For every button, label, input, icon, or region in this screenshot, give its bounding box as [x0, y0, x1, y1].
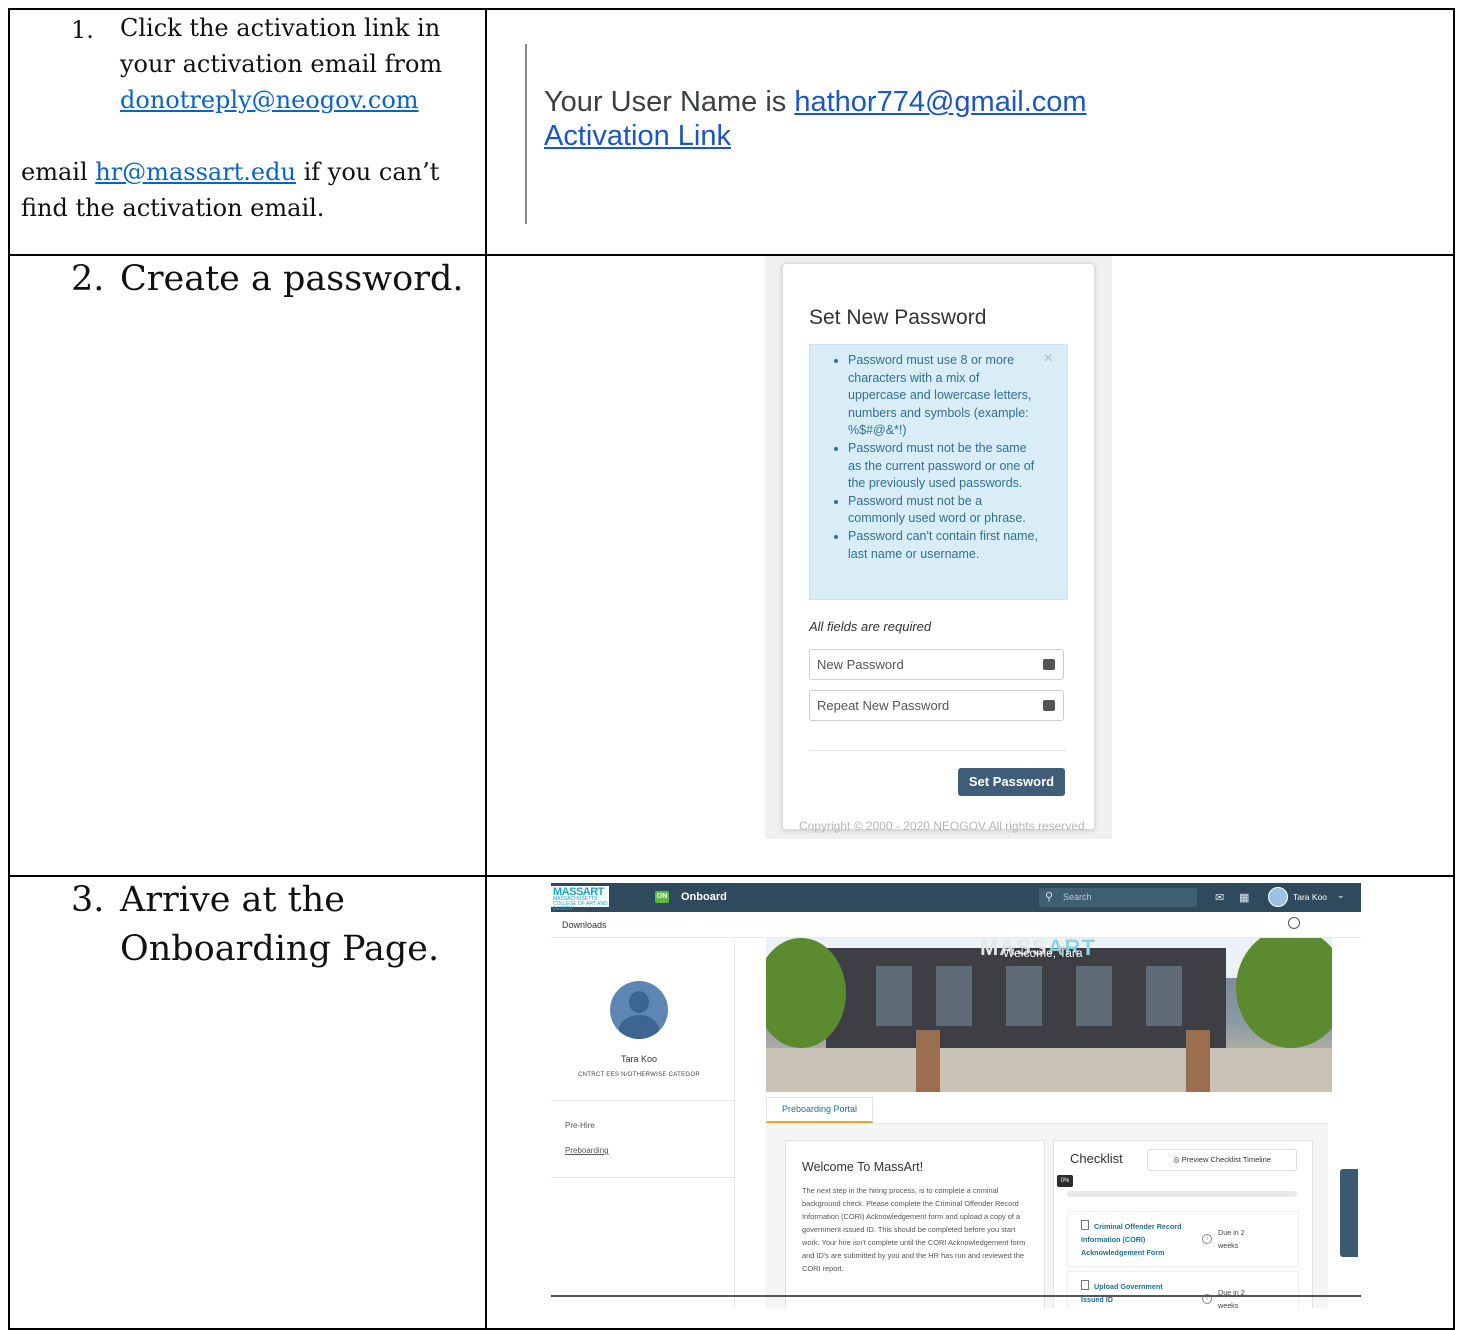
instructions-table: 1. Click the activation link in your act… [8, 8, 1455, 1330]
onboard-screenshot-cell: MASSART MASSACHUSETTS COLLEGE OF ART AND… [485, 875, 1455, 1330]
item-due: Due in 2 weeks [1218, 1288, 1245, 1308]
checklist-item[interactable]: Criminal Offender Record Information (CO… [1067, 1211, 1299, 1267]
hero-image: MASSART Welcome, Tara [766, 938, 1332, 1092]
password-rule: Password must not be the same as the cur… [848, 440, 1038, 493]
progress-bar [1067, 1191, 1297, 1197]
item-due: Due in 2 weeks [1218, 1228, 1245, 1250]
new-password-placeholder: New Password [817, 657, 904, 672]
chevron-down-icon[interactable]: ⌄ [1337, 890, 1345, 901]
checklist-title: Checklist [1070, 1151, 1123, 1166]
set-password-button[interactable]: Set Password [958, 768, 1065, 796]
feedback-tab[interactable]: FEEDBACK & HELP [1334, 1169, 1358, 1257]
activation-link[interactable]: Activation Link [544, 120, 731, 152]
step-3-cell: 3. Arrive at the Onboarding Page. [8, 875, 487, 1330]
welcome-title: Welcome To MassArt! [802, 1160, 924, 1174]
username-prefix: Your User Name is [544, 86, 795, 118]
hero-welcome: Welcome, Tara [1003, 946, 1083, 960]
hr-email-link[interactable]: hr@massart.edu [95, 158, 296, 186]
step-1-cell: 1. Click the activation link in your act… [8, 8, 487, 256]
search-input[interactable]: ⚲ Search [1039, 888, 1197, 907]
step-3-line-2: Onboarding Page. [120, 929, 440, 969]
divider [551, 1100, 734, 1101]
close-icon[interactable]: × [1044, 350, 1053, 368]
step-3-line-1: Arrive at the [120, 880, 345, 920]
password-manager-icon[interactable] [1043, 700, 1055, 711]
feedback-label: FEEDBACK & HELP [1333, 1182, 1340, 1238]
user-name[interactable]: Tara Koo [1293, 892, 1327, 902]
search-placeholder: Search [1063, 892, 1092, 902]
email-quote-bar [525, 44, 527, 224]
document-icon [1081, 1280, 1089, 1290]
note-prefix: email [21, 158, 96, 186]
username-link[interactable]: hathor774@gmail.com [794, 86, 1086, 118]
calendar-icon[interactable]: ▦ [1239, 891, 1249, 904]
password-rule: Password must not be a commonly used wor… [848, 493, 1038, 528]
step-1-line-2: your activation email from [120, 50, 443, 78]
password-rule: Password must use 8 or more characters w… [848, 352, 1038, 440]
password-screenshot-cell: Set New Password × Password must use 8 o… [485, 254, 1455, 877]
profile-avatar [610, 981, 668, 1039]
password-manager-icon[interactable] [1043, 659, 1055, 670]
neogov-email-link[interactable]: donotreply@neogov.com [120, 84, 419, 116]
divider [551, 1177, 734, 1178]
step-1-line-1: Click the activation link in [120, 14, 441, 42]
preview-label: Preview Checklist Timeline [1181, 1155, 1271, 1164]
preview-timeline-button[interactable]: ◎ Preview Checklist Timeline [1147, 1149, 1297, 1171]
eye-icon: ◎ [1173, 1155, 1182, 1164]
password-title: Set New Password [809, 306, 987, 329]
progress-badge: 0% [1057, 1175, 1073, 1187]
copyright: Copyright © 2000 - 2020 NEOGOV All right… [799, 819, 1088, 833]
massart-logo[interactable]: MASSART MASSACHUSETTS COLLEGE OF ART AND… [551, 886, 609, 912]
step-1-note: email hr@massart.edu if you can’t [21, 156, 439, 188]
step-2-cell: 2. Create a password. [8, 254, 487, 877]
avatar[interactable] [1268, 887, 1288, 907]
password-rule: Password can't contain first name, last … [848, 528, 1038, 563]
step-2-text: Create a password. [120, 259, 464, 299]
welcome-card: Welcome To MassArt! The next step in the… [785, 1140, 1045, 1308]
required-note: All fields are required [809, 619, 932, 634]
new-password-field[interactable]: New Password [809, 649, 1064, 680]
step-number: 3. [71, 880, 105, 920]
step-number: 2. [71, 259, 105, 299]
logo-subtitle: MASSACHUSETTS COLLEGE OF ART AND DESIGN [553, 896, 608, 912]
downloads-link[interactable]: Downloads [562, 920, 607, 930]
checklist-card: Checklist ◎ Preview Checklist Timeline 0… [1053, 1140, 1313, 1308]
search-icon: ⚲ [1045, 891, 1054, 903]
step-1-note-line-2: find the activation email. [21, 194, 325, 222]
sub-nav-bar: Downloads [551, 912, 1361, 938]
username-line: Your User Name is hathor774@gmail.com [544, 86, 1087, 119]
onboard-screenshot: MASSART MASSACHUSETTS COLLEGE OF ART AND… [551, 883, 1361, 1308]
profile-sidebar: Tara Koo CNTRCT EES N/OTHERWISE CATEGOR … [551, 938, 735, 1308]
portal-content: Welcome To MassArt! The next step in the… [766, 1123, 1328, 1308]
profile-category: CNTRCT EES N/OTHERWISE CATEGOR [577, 1072, 700, 1078]
bottom-border [551, 1295, 1361, 1297]
checklist-item[interactable]: Upload Government Issued ID i Due in 2 w… [1067, 1271, 1299, 1308]
repeat-password-placeholder: Repeat New Password [817, 698, 950, 713]
email-screenshot-cell: Your User Name is hathor774@gmail.com Ac… [485, 8, 1455, 256]
password-rules-alert: × Password must use 8 or more characters… [809, 344, 1068, 600]
item-title[interactable]: Upload Government Issued ID [1081, 1282, 1163, 1304]
activation-line: Activation Link [544, 120, 731, 153]
info-icon[interactable]: i [1202, 1234, 1212, 1244]
nav-item-pre-hire[interactable]: Pre-Hire [565, 1121, 595, 1130]
password-card: Set New Password × Password must use 8 o… [782, 263, 1095, 830]
profile-name: Tara Koo [620, 1054, 658, 1064]
step-number: 1. [71, 16, 94, 44]
welcome-body: The next step in the hiring process, is … [802, 1186, 1026, 1273]
app-name[interactable]: Onboard [681, 891, 727, 903]
divider [809, 750, 1066, 751]
item-title[interactable]: Criminal Offender Record Information (CO… [1081, 1222, 1181, 1257]
mail-icon[interactable]: ✉ [1215, 891, 1224, 904]
repeat-password-field[interactable]: Repeat New Password [809, 690, 1064, 721]
clock-icon[interactable] [1288, 917, 1300, 929]
top-nav-bar: MASSART MASSACHUSETTS COLLEGE OF ART AND… [551, 883, 1361, 912]
app-badge: ON [655, 891, 669, 903]
note-suffix: if you can’t [295, 158, 440, 186]
nav-item-preboarding[interactable]: Preboarding [565, 1146, 609, 1155]
tab-preboarding-portal[interactable]: Preboarding Portal [766, 1097, 873, 1123]
document-icon [1081, 1220, 1089, 1230]
